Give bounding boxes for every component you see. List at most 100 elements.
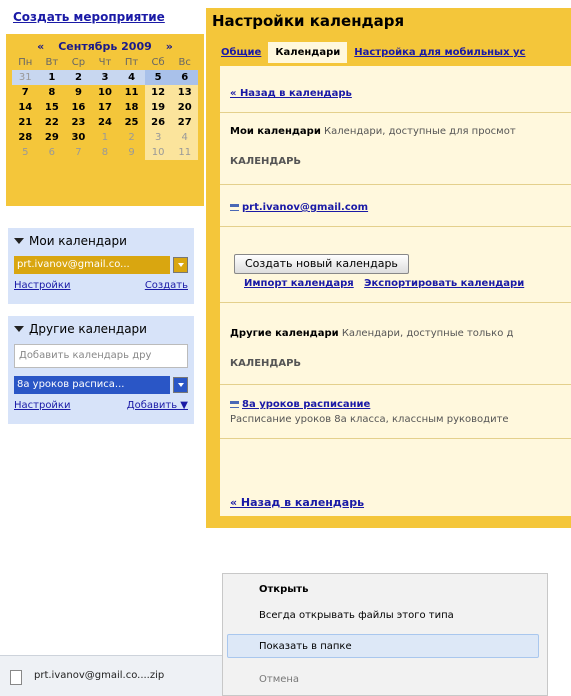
download-item[interactable]: prt.ivanov@gmail.co....zip	[34, 670, 164, 681]
weekday-header: Пн	[18, 57, 33, 68]
calendar-day[interactable]: 16	[65, 100, 92, 115]
other-calendars-header[interactable]: Другие календари	[14, 322, 188, 336]
calendar-day[interactable]: 17	[92, 100, 119, 115]
calendar-day[interactable]: 28	[12, 130, 39, 145]
create-calendar-button[interactable]: Создать новый календарь	[234, 254, 409, 274]
menu-item-open[interactable]: Открыть	[259, 584, 308, 595]
next-month-button[interactable]: »	[166, 40, 173, 53]
calendar-day[interactable]: 1	[38, 70, 66, 85]
collapse-triangle-icon	[14, 238, 24, 244]
download-bar: prt.ivanov@gmail.co....zip	[0, 655, 222, 696]
tab-general[interactable]: Общие	[214, 42, 268, 63]
settings-content: « Назад в календарь Мои календари Календ…	[220, 66, 571, 516]
other-calendars-title: Другие календари	[29, 322, 147, 336]
other-calendar-name[interactable]: 8а уроков расписа...	[14, 376, 170, 394]
calendar-day[interactable]: 10	[92, 85, 119, 100]
my-calendars-create-link[interactable]: Создать	[145, 280, 188, 291]
divider	[220, 384, 571, 385]
calendar-day[interactable]: 24	[92, 115, 119, 130]
other-calendar-dropdown-button[interactable]	[173, 377, 188, 393]
my-calendar-name[interactable]: prt.ivanov@gmail.co...	[14, 256, 170, 274]
other-calendars-add-link[interactable]: Добавить ▼	[127, 400, 188, 411]
menu-item-always-open[interactable]: Всегда открывать файлы этого типа	[259, 610, 454, 621]
calendar-day[interactable]: 20	[171, 100, 198, 115]
calendar-day[interactable]: 12	[144, 85, 172, 100]
calendar-day[interactable]: 13	[171, 85, 198, 100]
calendar-day[interactable]: 4	[118, 70, 145, 85]
calendar-day[interactable]: 25	[118, 115, 145, 130]
other-calendars-description: Календари, доступные только д	[341, 328, 514, 339]
menu-item-show-in-folder[interactable]: Показать в папке	[259, 641, 352, 652]
calendar-day[interactable]: 3	[91, 70, 119, 85]
other-calendar-description: Расписание уроков 8а класса, классным ру…	[230, 414, 509, 425]
other-calendars-settings-link[interactable]: Настройки	[14, 400, 70, 411]
import-calendar-link[interactable]: Импорт календаря	[244, 278, 354, 289]
other-calendars-label: Другие календари	[230, 328, 339, 339]
chevron-down-icon	[177, 263, 184, 267]
add-calendar-input[interactable]: Добавить календарь дру	[14, 344, 188, 368]
calendar-day[interactable]: 14	[12, 100, 39, 115]
calendar-day[interactable]: 5	[144, 70, 172, 85]
calendar-day[interactable]: 8	[39, 85, 66, 100]
back-to-calendar-bottom-link[interactable]: « Назад в календарь	[230, 496, 364, 509]
calendar-day[interactable]: 1	[92, 130, 119, 145]
menu-item-cancel[interactable]: Отмена	[259, 674, 299, 685]
calendar-day[interactable]: 6	[171, 70, 198, 85]
calendar-day[interactable]: 2	[118, 130, 145, 145]
weekday-header: Пт	[124, 57, 139, 68]
calendar-day[interactable]: 2	[65, 70, 92, 85]
month-title: Сентябрь 2009	[58, 40, 152, 53]
calendar-day[interactable]: 7	[65, 145, 92, 160]
calendar-day[interactable]: 18	[118, 100, 145, 115]
other-calendar-settings-link[interactable]: 8а уроков расписание	[242, 399, 370, 410]
calendar-day[interactable]: 22	[39, 115, 66, 130]
calendar-day[interactable]: 10	[144, 145, 172, 160]
my-calendars-settings-link[interactable]: Настройки	[14, 280, 70, 291]
create-event-link[interactable]: Создать мероприятие	[13, 10, 165, 24]
calendar-day[interactable]: 15	[39, 100, 66, 115]
calendar-day[interactable]: 9	[65, 85, 92, 100]
calendar-day[interactable]: 8	[92, 145, 119, 160]
calendar-day[interactable]: 21	[12, 115, 39, 130]
calendar-day[interactable]: 26	[144, 115, 172, 130]
tab-mobile[interactable]: Настройка для мобильных ус	[347, 42, 532, 63]
collapse-triangle-icon	[14, 326, 24, 332]
calendar-day[interactable]: 3	[144, 130, 172, 145]
calendar-day[interactable]: 31	[12, 70, 39, 85]
calendar-day[interactable]: 9	[118, 145, 145, 160]
calendar-day[interactable]: 5	[12, 145, 39, 160]
my-calendar-item[interactable]: prt.ivanov@gmail.co...	[14, 256, 188, 274]
my-calendars-description: Календари, доступные для просмот	[324, 126, 516, 137]
my-calendar-settings-link[interactable]: prt.ivanov@gmail.com	[242, 202, 368, 213]
calendar-day[interactable]: 27	[171, 115, 198, 130]
other-calendar-item[interactable]: 8а уроков расписа...	[14, 376, 188, 394]
calendar-day[interactable]: 4	[171, 130, 198, 145]
calendar-day[interactable]: 19	[144, 100, 172, 115]
settings-tabs: Общие Календари Настройка для мобильных …	[214, 42, 532, 63]
calendar-day[interactable]: 6	[39, 145, 66, 160]
calendar-day[interactable]: 23	[65, 115, 92, 130]
calendar-day[interactable]: 30	[65, 130, 92, 145]
weekday-header: Вт	[45, 57, 59, 68]
tab-calendars[interactable]: Календари	[268, 42, 348, 63]
export-calendars-link[interactable]: Экспортировать календари	[364, 278, 524, 289]
calendar-day[interactable]: 11	[118, 85, 145, 100]
calendar-day[interactable]: 7	[12, 85, 39, 100]
other-calendars-panel: Другие календари Добавить календарь дру …	[8, 316, 194, 424]
divider	[220, 226, 571, 227]
my-calendar-dropdown-button[interactable]	[173, 257, 188, 273]
calendar-section-header: КАЛЕНДАРЬ	[230, 358, 302, 369]
prev-month-button[interactable]: «	[37, 40, 44, 53]
calendar-day[interactable]: 29	[39, 130, 66, 145]
settings-frame: Настройки календаря Общие Календари Наст…	[206, 8, 571, 528]
calendar-day[interactable]: 11	[171, 145, 198, 160]
divider	[220, 112, 571, 113]
divider	[220, 302, 571, 303]
calendar-icon	[230, 203, 239, 211]
chevron-down-icon	[177, 383, 184, 387]
my-calendars-header[interactable]: Мои календари	[14, 234, 188, 248]
back-to-calendar-link[interactable]: « Назад в календарь	[230, 88, 352, 99]
divider	[220, 184, 571, 185]
calendar-section-header: КАЛЕНДАРЬ	[230, 156, 302, 167]
zip-file-icon	[10, 670, 22, 685]
